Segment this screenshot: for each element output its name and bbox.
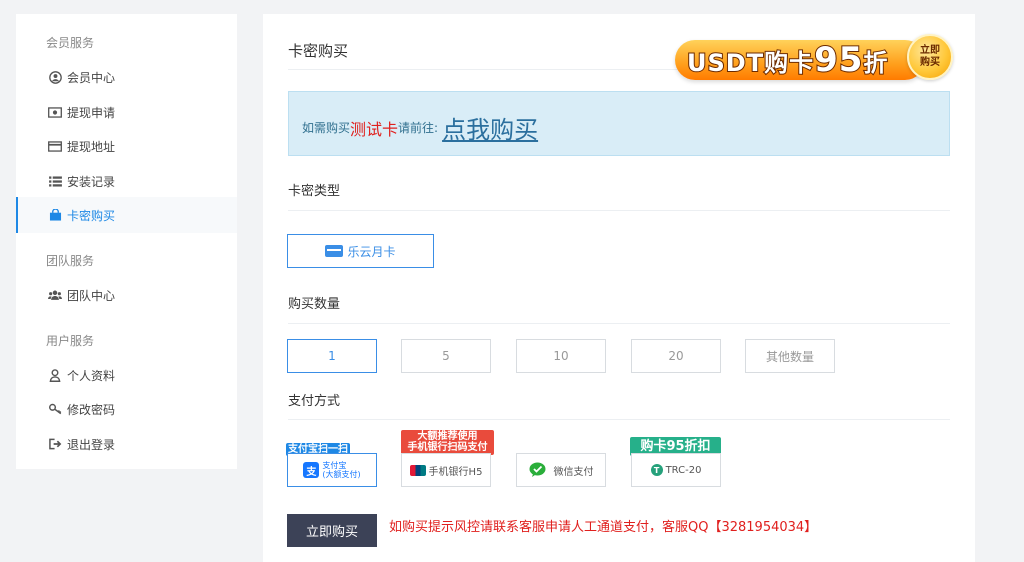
tether-icon: T [650, 464, 663, 476]
sidebar-item-label: 提现地址 [67, 139, 116, 154]
sidebar-item-label: 退出登录 [67, 437, 116, 452]
main-panel: 卡密购买 USDT购卡95折 立即 购买 如需购买 测试卡 请前往: 点我购买 … [263, 14, 975, 562]
trc20-name: TRC-20 [665, 464, 702, 476]
usdt-promo-banner[interactable]: USDT购卡95折 立即 购买 [675, 32, 953, 88]
page-title: 卡密购买 [288, 42, 349, 60]
sidebar-item-change-password[interactable]: 修改密码 [16, 391, 237, 427]
payment-option-trc20[interactable]: T TRC-20 [631, 453, 721, 487]
sign-out-icon [48, 437, 62, 451]
key-icon [48, 402, 62, 416]
quantity-option[interactable]: 1 [287, 339, 377, 373]
user-circle-icon [48, 70, 62, 84]
card-icon [325, 245, 344, 257]
sidebar-item-profile[interactable]: 个人资料 [16, 357, 237, 393]
person-icon [48, 368, 62, 382]
payment-option-mobile-bank[interactable]: 手机银行H5 [401, 453, 491, 487]
quantity-label: 购买数量 [288, 297, 341, 312]
sidebar-item-withdraw-address[interactable]: 提现地址 [16, 128, 237, 164]
promo-text-suffix: 折 [862, 48, 889, 78]
card-type-option[interactable]: 乐云月卡 [287, 234, 434, 268]
shopping-bag-icon [48, 208, 62, 222]
risk-control-tip: 如购买提示风控请联系客服申请人工通道支付，客服QQ【3281954034】 [389, 520, 818, 535]
unionpay-icon [409, 464, 426, 476]
group-title-team: 团队服务 [46, 254, 95, 268]
promo-circle-line1: 立即 [920, 45, 940, 56]
sidebar-item-label: 个人资料 [67, 368, 116, 383]
promo-buy-now-badge[interactable]: 立即 购买 [907, 34, 953, 80]
buy-link[interactable]: 点我购买 [442, 110, 538, 145]
notice-box: 如需购买 测试卡 请前往: 点我购买 [288, 91, 950, 156]
sidebar-item-install-records[interactable]: 安装记录 [16, 163, 237, 199]
sidebar: 会员服务 会员中心 提现申请 提现地址 安装记录 卡密购买 团队服务 团队中心 … [16, 14, 237, 469]
sidebar-item-label: 会员中心 [67, 70, 116, 85]
sidebar-item-logout[interactable]: 退出登录 [16, 426, 237, 462]
card-type-label: 卡密类型 [288, 184, 341, 199]
buy-now-button[interactable]: 立即购买 [287, 514, 377, 547]
promo-text-prefix: USDT购卡 [686, 48, 815, 78]
divider [288, 210, 950, 211]
sidebar-item-label: 卡密购买 [67, 208, 116, 223]
alipay-icon: 支 [303, 462, 320, 478]
promo-text-big: 95 [813, 39, 864, 81]
credit-card-icon [48, 139, 62, 153]
divider [288, 323, 950, 324]
notice-highlight: 测试卡 [350, 119, 399, 139]
notice-text-2: 请前往: [398, 121, 439, 135]
sidebar-item-team-center[interactable]: 团队中心 [16, 277, 237, 313]
divider [288, 419, 950, 420]
mobile-bank-tag-line1: 大额推荐使用 [417, 431, 478, 442]
sidebar-item-label: 提现申请 [67, 105, 116, 120]
notice-text-1: 如需购买 [302, 121, 351, 135]
money-icon [48, 105, 62, 119]
promo-text: USDT购卡95折 [686, 39, 889, 81]
quantity-option[interactable]: 10 [516, 339, 606, 373]
sidebar-item-label: 团队中心 [67, 288, 116, 303]
sidebar-item-card-purchase[interactable]: 卡密购买 [16, 197, 237, 233]
promo-circle-line2: 购买 [920, 57, 940, 68]
group-title-member: 会员服务 [46, 36, 95, 50]
list-icon [48, 174, 62, 188]
mobile-bank-tag: 大额推荐使用 手机银行扫码支付 [401, 430, 494, 455]
mobile-bank-tag-line2: 手机银行扫码支付 [407, 442, 488, 453]
alipay-subname: (大额支付) [322, 470, 361, 479]
sidebar-item-withdraw-apply[interactable]: 提现申请 [16, 94, 237, 130]
alipay-name: 支付宝 [322, 461, 347, 470]
quantity-option-other[interactable]: 其他数量 [745, 339, 835, 373]
users-icon [48, 288, 62, 302]
payment-option-alipay[interactable]: 支 支付宝 (大额支付) [287, 453, 377, 487]
payment-label: 支付方式 [288, 394, 341, 409]
quantity-option[interactable]: 20 [631, 339, 721, 373]
sidebar-item-label: 修改密码 [67, 402, 116, 417]
mobile-bank-name: 手机银行H5 [428, 466, 483, 478]
payment-option-wechat[interactable]: 微信支付 [516, 453, 606, 487]
quantity-option[interactable]: 5 [401, 339, 491, 373]
wechat-name: 微信支付 [553, 466, 594, 478]
sidebar-item-label: 安装记录 [67, 174, 116, 189]
card-type-option-label: 乐云月卡 [347, 244, 396, 259]
promo-pill: USDT购卡95折 [675, 39, 925, 81]
group-title-user: 用户服务 [46, 334, 95, 348]
wechat-icon [529, 462, 551, 478]
sidebar-item-member-center[interactable]: 会员中心 [16, 59, 237, 95]
